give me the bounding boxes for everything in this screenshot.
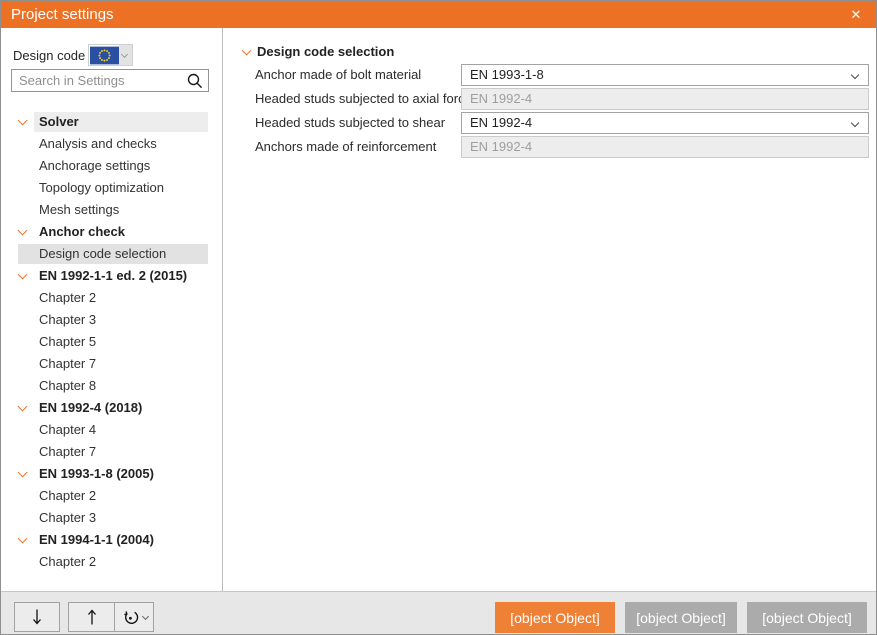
tree-item-mesh-settings[interactable]: Mesh settings: [1, 199, 222, 221]
arrow-down-button[interactable]: [14, 602, 60, 632]
tree-item-label: Analysis and checks: [39, 133, 157, 155]
tree-item-chapter-5[interactable]: Chapter 5: [1, 331, 222, 353]
close-icon: ✕: [851, 7, 862, 22]
save-as-default-button[interactable]: [object Object]: [625, 602, 737, 633]
field-label: Headed studs subjected to shear: [255, 112, 445, 134]
tree-item-design-code-selection[interactable]: Design code selection: [1, 243, 222, 265]
save-button[interactable]: [object Object]: [495, 602, 615, 633]
tree-item-en-1994-1-1-2004[interactable]: EN 1994-1-1 (2004): [1, 529, 222, 551]
tree-item-label: Chapter 4: [39, 419, 96, 441]
combo-value: EN 1993-1-8: [470, 65, 544, 85]
tree-item-label: Chapter 7: [39, 353, 96, 375]
footer-bar: [object Object] [object Object] [object Ob…: [1, 591, 876, 634]
tree-item-label: Mesh settings: [39, 199, 119, 221]
search-box: [11, 69, 209, 92]
footer-actions: [object Object] [object Object] [object Ob…: [495, 602, 867, 633]
tree-item-chapter-2[interactable]: Chapter 2: [1, 287, 222, 309]
arrow-down-icon: [29, 607, 45, 627]
arrow-up-button[interactable]: [68, 602, 115, 632]
tree-item-label: Chapter 2: [39, 551, 96, 573]
tree-item-chapter-4[interactable]: Chapter 4: [1, 419, 222, 441]
panel-title: Design code selection: [257, 41, 394, 63]
tree-item-label: EN 1992-1-1 ed. 2 (2015): [39, 265, 187, 287]
titlebar: Project settings ✕: [1, 1, 876, 28]
field-label: Headed studs subjected to axial force: [255, 88, 472, 110]
headed-studs-subjected-to-shear-select[interactable]: EN 1992-4: [461, 112, 869, 134]
tree-item-chapter-3[interactable]: Chapter 3: [1, 309, 222, 331]
tree-item-chapter-2[interactable]: Chapter 2: [1, 485, 222, 507]
field-row-headed-studs-subjected-to-shear: Headed studs subjected to shear EN 1992-…: [255, 112, 876, 134]
combo-value: EN 1992-4: [470, 113, 532, 133]
tree-item-chapter-7[interactable]: Chapter 7: [1, 441, 222, 463]
tree-item-chapter-7[interactable]: Chapter 7: [1, 353, 222, 375]
tree-item-en-1993-1-8-2005[interactable]: EN 1993-1-8 (2005): [1, 463, 222, 485]
anchor-made-of-bolt-material-select[interactable]: EN 1993-1-8: [461, 64, 869, 86]
tree-item-analysis-and-checks[interactable]: Analysis and checks: [1, 133, 222, 155]
chevron-down-icon: [18, 534, 28, 544]
headed-studs-subjected-to-axial-force-select: EN 1992-4: [461, 88, 869, 110]
settings-panel: Design code selection Anchor made of bol…: [224, 28, 876, 591]
reset-settings-dropdown-button[interactable]: [114, 602, 154, 632]
left-panel: Design code: [1, 28, 223, 591]
field-row-anchors-made-of-reinforcement: Anchors made of reinforcement EN 1992-4: [255, 136, 876, 158]
field-label: Anchors made of reinforcement: [255, 136, 436, 158]
search-input[interactable]: [12, 70, 208, 91]
eu-flag-icon: [89, 45, 119, 65]
tree-item-label: Chapter 2: [39, 485, 96, 507]
chevron-down-icon: [851, 71, 859, 79]
panel-header: Design code selection: [224, 41, 876, 63]
chevron-down-icon: [18, 226, 28, 236]
tree-item-label: EN 1992-4 (2018): [39, 397, 142, 419]
tree-item-anchorage-settings[interactable]: Anchorage settings: [1, 155, 222, 177]
chevron-down-icon: [18, 468, 28, 478]
tree-item-label: Topology optimization: [39, 177, 164, 199]
tree-item-chapter-3[interactable]: Chapter 3: [1, 507, 222, 529]
tree-item-solver[interactable]: Solver: [1, 111, 222, 133]
tree-item-label: Chapter 3: [39, 309, 96, 331]
tree-item-chapter-2[interactable]: Chapter 2: [1, 551, 222, 573]
chevron-down-icon: [18, 402, 28, 412]
search-icon: [187, 73, 203, 89]
tree-item-label: EN 1994-1-1 (2004): [39, 529, 154, 551]
tree-item-label: Anchor check: [39, 221, 125, 243]
tree-item-chapter-8[interactable]: Chapter 8: [1, 375, 222, 397]
tree-item-label: Chapter 7: [39, 441, 96, 463]
chevron-down-icon: [18, 270, 28, 280]
window-title: Project settings: [11, 1, 114, 28]
tree-item-en-1992-1-1-ed-2-2015[interactable]: EN 1992-1-1 ed. 2 (2015): [1, 265, 222, 287]
settings-tree: Solver Analysis and checks Anchorage set…: [1, 111, 222, 573]
chevron-down-icon[interactable]: [242, 46, 252, 56]
anchors-made-of-reinforcement-select: EN 1992-4: [461, 136, 869, 158]
tree-item-anchor-check[interactable]: Anchor check: [1, 221, 222, 243]
design-code-label: Design code: [13, 45, 85, 66]
combo-value: EN 1992-4: [470, 137, 532, 157]
chevron-down-icon: [851, 119, 859, 127]
tree-item-en-1992-4-2018[interactable]: EN 1992-4 (2018): [1, 397, 222, 419]
tree-item-label: Anchorage settings: [39, 155, 150, 177]
close-button[interactable]: ✕: [844, 1, 868, 28]
cancel-button[interactable]: [object Object]: [747, 602, 867, 633]
field-row-headed-studs-subjected-to-axial-force: Headed studs subjected to axial force EN…: [255, 88, 876, 110]
tree-item-label: EN 1993-1-8 (2005): [39, 463, 154, 485]
tree-item-label: Chapter 5: [39, 331, 96, 353]
project-settings-dialog: Project settings ✕ Design code: [0, 0, 877, 635]
tree-item-label: Chapter 3: [39, 507, 96, 529]
chevron-down-icon: [119, 45, 132, 65]
tree-item-label: Design code selection: [39, 243, 166, 265]
chevron-down-icon: [18, 116, 28, 126]
rotate-ccw-icon: [121, 607, 140, 627]
tree-item-label: Chapter 8: [39, 375, 96, 397]
field-list: Anchor made of bolt material EN 1993-1-8…: [255, 64, 876, 160]
arrow-up-icon: [84, 607, 100, 627]
field-label: Anchor made of bolt material: [255, 64, 421, 86]
combo-value: EN 1992-4: [470, 89, 532, 109]
field-row-anchor-made-of-bolt-material: Anchor made of bolt material EN 1993-1-8: [255, 64, 876, 86]
tree-item-label: Chapter 2: [39, 287, 96, 309]
design-code-dropdown[interactable]: [88, 44, 133, 66]
tree-item-label: Solver: [39, 111, 79, 133]
chevron-down-icon: [141, 612, 148, 619]
tree-item-topology-optimization[interactable]: Topology optimization: [1, 177, 222, 199]
